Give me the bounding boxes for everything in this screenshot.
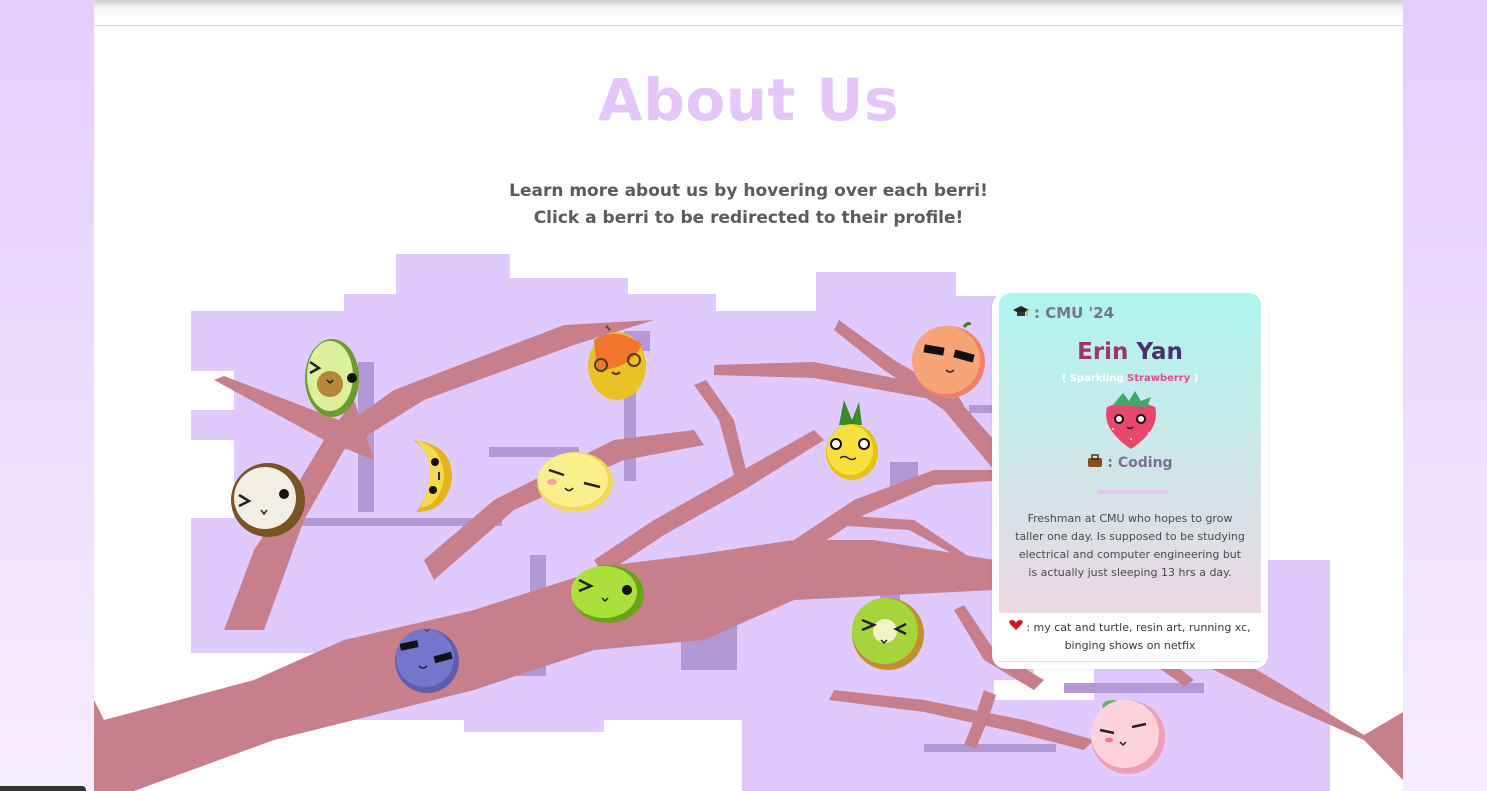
flavor-label: ( Sparkling Strawberry ) (999, 373, 1261, 384)
briefcase-icon (1087, 454, 1103, 472)
school-line: : CMU '24 (1012, 304, 1114, 323)
flavor-open: ( Sparkling (1061, 373, 1128, 384)
heart-icon (1009, 619, 1023, 637)
subtitle-hover-hint: Learn more about us by hovering over eac… (509, 181, 988, 201)
coconut-berri[interactable] (231, 463, 305, 537)
lemon-berri[interactable] (537, 452, 613, 512)
member-name: Erin Yan (999, 339, 1261, 365)
corner-taskbar-edge (0, 786, 86, 791)
avocado-berri[interactable] (305, 339, 359, 417)
hobby-line: : Coding (999, 454, 1261, 472)
page-content: About Us Learn more about us by hovering… (94, 0, 1403, 791)
card-divider (1098, 490, 1168, 494)
page-title: About Us (597, 66, 900, 134)
subtitle-click-hint: Click a berri to be redirected to their … (533, 208, 964, 228)
strawberry-avatar (1106, 391, 1156, 449)
last-name: Yan (1136, 339, 1183, 365)
hobby-text: : Coding (1107, 455, 1173, 471)
flavor-close: ) (1190, 373, 1199, 384)
school-text: : CMU '24 (1034, 304, 1115, 322)
flavor-fruit: Strawberry (1127, 373, 1191, 384)
peach-berri[interactable] (1091, 700, 1165, 774)
profile-card: : CMU '24 Erin Yan ( Sparkling Strawberr… (992, 293, 1268, 669)
graduation-cap-icon (1012, 305, 1030, 323)
profile-card-header: : CMU '24 Erin Yan ( Sparkling Strawberr… (999, 293, 1261, 613)
member-bio: Freshman at CMU who hopes to grow taller… (1015, 512, 1245, 579)
likes-text: : my cat and turtle, resin art, running … (1026, 621, 1251, 652)
likes-line: : my cat and turtle, resin art, running … (999, 615, 1261, 655)
likes-underline (999, 661, 1261, 662)
first-name: Erin (1077, 339, 1129, 365)
kiwi-berri[interactable] (852, 598, 924, 670)
